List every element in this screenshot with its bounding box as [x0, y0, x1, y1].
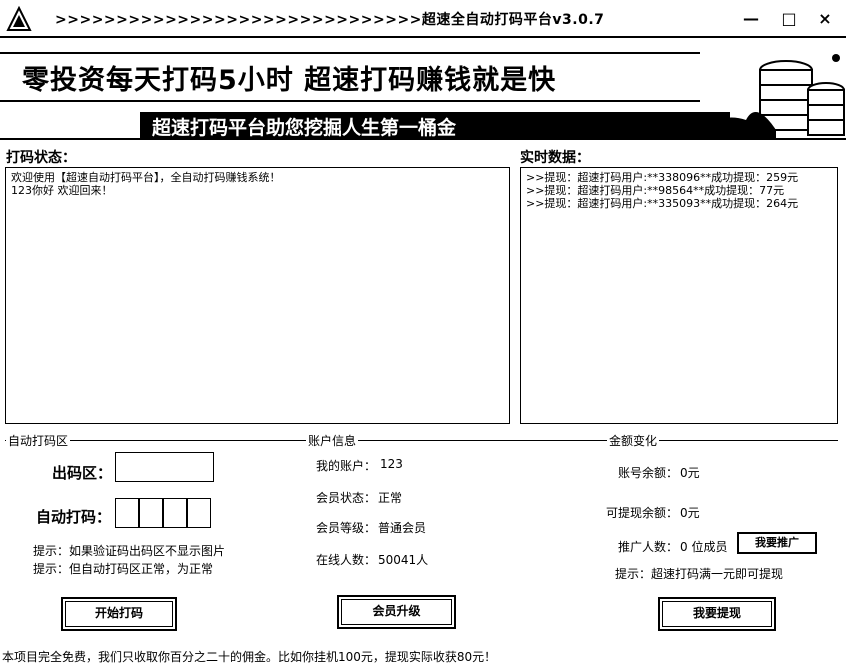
withdraw-button[interactable]: 我要提现: [658, 597, 776, 631]
captcha-cell: [139, 498, 163, 528]
banner-subslogan: 超速打码平台助您挖掘人生第一桶金: [152, 117, 457, 139]
promote-button[interactable]: 我要推广: [737, 532, 817, 554]
title-bar: >>>>>>>>>>>>>>>>>>>>>>>>>>>>>>超速全自动打码平台v…: [0, 0, 846, 38]
status-log[interactable]: 欢迎使用【超速自动打码平台】，全自动打码赚钱系统！ 123你好 欢迎回来！: [5, 167, 510, 424]
online-count-value: 50041人: [378, 553, 429, 567]
footer-notice: 本项目完全免费，我们只收取你百分之二十的佣金。比如你挂机100元，提现实际收获8…: [2, 650, 497, 664]
realtime-line: >>提现：超速打码用户:**338096**成功提现：259元: [526, 171, 799, 184]
realtime-line: >>提现：超速打码用户:**335093**成功提现：264元: [526, 197, 799, 210]
start-captcha-button[interactable]: 开始打码: [61, 597, 177, 631]
minimize-button[interactable]: —: [740, 8, 762, 30]
account-section-title: 账户信息: [306, 432, 359, 449]
balance-label: 账号余额：: [618, 466, 679, 480]
window-title: >>>>>>>>>>>>>>>>>>>>>>>>>>>>>>超速全自动打码平台v…: [55, 12, 605, 28]
member-status-value: 正常: [378, 491, 403, 505]
auto-hint-1: 提示：如果验证码出码区不显示图片: [33, 544, 226, 558]
member-level-value: 普通会员: [378, 521, 427, 535]
member-status-label: 会员状态：: [316, 491, 377, 505]
auto-captcha-label: 自动打码：: [36, 508, 112, 526]
balance-section-title: 金额变化: [607, 432, 660, 449]
captcha-cell: [115, 498, 139, 528]
maximize-button[interactable]: □: [778, 8, 800, 30]
account-value: 123: [380, 457, 403, 471]
app-icon: [6, 6, 32, 31]
captcha-output-box: [115, 452, 214, 482]
withdrawable-label: 可提现余额：: [606, 506, 679, 520]
withdrawable-value: 0元: [680, 506, 700, 520]
coins-illustration-icon: [697, 54, 845, 138]
status-line: 欢迎使用【超速自动打码平台】，全自动打码赚钱系统！: [11, 171, 281, 184]
promo-value: 0 位成员: [680, 540, 728, 554]
captcha-cell: [187, 498, 211, 528]
balance-value: 0元: [680, 466, 700, 480]
realtime-log[interactable]: >>提现：超速打码用户:**338096**成功提现：259元 >>提现：超速打…: [520, 167, 838, 424]
online-count-label: 在线人数：: [316, 553, 377, 567]
withdraw-hint: 提示：超速打码满一元即可提现: [615, 567, 784, 581]
realtime-panel-label: 实时数据：: [520, 150, 590, 166]
promo-label: 推广人数：: [618, 540, 679, 554]
status-line: 123你好 欢迎回来！: [11, 184, 113, 197]
auto-hint-2: 提示：但自动打码区正常，为正常: [33, 562, 214, 576]
output-area-label: 出码区：: [52, 464, 113, 482]
status-panel-label: 打码状态：: [6, 150, 76, 166]
banner-slogan: 零投资每天打码5小时 超速打码赚钱就是快: [22, 65, 557, 96]
member-level-label: 会员等级：: [316, 521, 377, 535]
close-button[interactable]: ×: [814, 8, 836, 30]
auto-section-title: 自动打码区: [6, 432, 71, 449]
upgrade-member-button[interactable]: 会员升级: [337, 595, 456, 629]
account-label: 我的账户：: [316, 459, 377, 473]
group-divider: [5, 440, 838, 441]
realtime-line: >>提现：超速打码用户:**98564**成功提现：77元: [526, 184, 785, 197]
captcha-cell: [163, 498, 187, 528]
banner: 零投资每天打码5小时 超速打码赚钱就是快 超速打码平台助您挖掘人生第一桶金: [0, 40, 846, 140]
